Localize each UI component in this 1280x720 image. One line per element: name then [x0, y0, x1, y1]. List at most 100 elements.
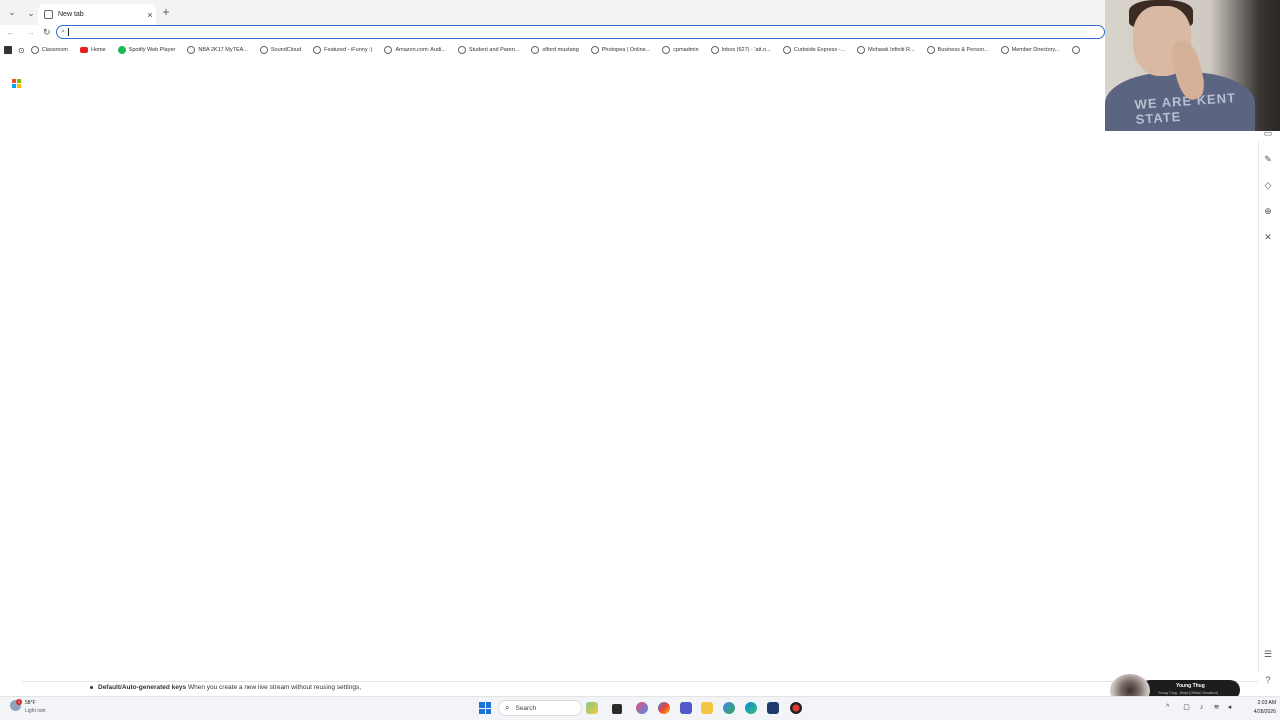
- bookmark-photopea[interactable]: Photopea | Online...: [590, 46, 651, 54]
- globe-icon: [457, 46, 466, 54]
- bookmark-nba2k17[interactable]: NBA 2K17 MyTEA...: [187, 46, 248, 54]
- bullet-icon: [90, 685, 93, 689]
- microphone-icon[interactable]: ♪: [1197, 703, 1206, 712]
- youtube-icon: [80, 47, 88, 53]
- globe-icon: [259, 46, 268, 54]
- tab-search-icon[interactable]: ⌄: [24, 6, 38, 20]
- now-playing-artist: Young Thug: [1176, 683, 1205, 689]
- store-app-icon[interactable]: [767, 702, 779, 714]
- tab-new-tab[interactable]: New tab ×: [38, 4, 156, 25]
- globe-icon: [384, 46, 393, 54]
- globe-icon: [857, 46, 866, 54]
- notice-text: When you create a new live stream withou…: [187, 684, 362, 691]
- back-button[interactable]: ←: [6, 27, 15, 37]
- globe-icon: [710, 46, 719, 54]
- bookmark-mohawk[interactable]: Mohawk Infiniti R...: [857, 46, 915, 54]
- bookmark-home[interactable]: Home: [80, 47, 106, 53]
- help-icon[interactable]: ?: [1262, 674, 1274, 686]
- globe-icon: [187, 46, 196, 54]
- search-icon: ⌕: [505, 703, 510, 712]
- show-hidden-icons-chevron-icon[interactable]: ^: [1166, 704, 1169, 711]
- tag-icon[interactable]: ◇: [1262, 179, 1274, 191]
- volume-icon[interactable]: ◂: [1225, 703, 1234, 712]
- address-bar[interactable]: ⌕: [56, 25, 1105, 39]
- globe-icon: [313, 46, 322, 54]
- task-view-icon[interactable]: [612, 704, 622, 714]
- bookmark-label: Featured - iFunny :): [324, 47, 373, 53]
- bookmark-label: Business & Person...: [937, 47, 989, 53]
- tools-icon[interactable]: ✕: [1262, 231, 1274, 243]
- now-playing-song: Young Thug - Ways [Official Visualizer]: [1158, 691, 1219, 695]
- bookmark-overflow[interactable]: [1071, 46, 1083, 54]
- microsoft-logo-icon[interactable]: [12, 79, 21, 88]
- new-tab-button[interactable]: +: [160, 6, 172, 18]
- globe-icon: [1000, 46, 1009, 54]
- bookmark-label: NBA 2K17 MyTEA...: [198, 47, 248, 53]
- tab-title: New tab: [58, 11, 84, 18]
- bookmark-label: Inbox (627) - 'att.n...: [721, 47, 771, 53]
- bookmark-cpmadmin[interactable]: cpmadmin: [662, 46, 699, 54]
- bookmark-member-directory[interactable]: Member Directory...: [1000, 46, 1060, 54]
- clock-date[interactable]: 4/28/2026: [1236, 709, 1276, 715]
- bookmark-olford-mustang[interactable]: olford mustang: [531, 46, 579, 54]
- games-icon[interactable]: ⊕: [1262, 205, 1274, 217]
- copilot-app-icon[interactable]: [636, 702, 648, 714]
- address-input[interactable]: [68, 27, 469, 37]
- reading-mode-icon[interactable]: ⊙: [18, 46, 25, 55]
- bookmark-ifunny[interactable]: Featured - iFunny :): [313, 46, 372, 54]
- edge-app-icon[interactable]: [745, 702, 757, 714]
- taskbar-search[interactable]: ⌕ Search: [498, 700, 582, 716]
- reload-button[interactable]: ↻: [43, 27, 51, 38]
- spotify-icon: [117, 46, 126, 54]
- chrome-profile-app-icon[interactable]: [723, 702, 735, 714]
- search-icon: ⌕: [61, 28, 65, 35]
- widgets-app-icon[interactable]: [586, 702, 598, 714]
- bookmark-label: Member Directory...: [1011, 47, 1060, 53]
- bookmark-classroom[interactable]: Classroom: [30, 46, 68, 54]
- close-tab-icon[interactable]: ×: [144, 10, 156, 20]
- bookmark-label: olford mustang: [542, 47, 579, 53]
- weather-alert-badge: 1: [16, 699, 22, 705]
- globe-icon: [926, 46, 935, 54]
- bookmark-label: Student and Paren...: [468, 47, 520, 53]
- clock-time[interactable]: 2:03 AM: [1236, 700, 1276, 706]
- weather-temp[interactable]: 58°F: [25, 700, 36, 706]
- content-divider: [22, 681, 1258, 682]
- forward-button[interactable]: →: [26, 27, 35, 37]
- bookmark-curbside[interactable]: Curbside Express -...: [782, 46, 846, 54]
- notice-title: Default/Auto-generated keys: [98, 684, 187, 691]
- tab-actions-chevron-icon[interactable]: ⌄: [4, 4, 20, 20]
- globe-icon: [531, 46, 540, 54]
- bookmark-label: Photopea | Online...: [601, 47, 651, 53]
- bookmark-label: Home: [91, 47, 106, 53]
- search-label: Search: [515, 704, 537, 712]
- tray-app-icon[interactable]: ▢: [1182, 703, 1191, 712]
- bookmark-student-parent[interactable]: Student and Paren...: [457, 46, 520, 54]
- bookmark-label: Amazon.com: Audi...: [395, 47, 446, 53]
- apps-icon[interactable]: [4, 46, 12, 54]
- file-explorer-icon[interactable]: [701, 702, 713, 714]
- weather-desc[interactable]: Light rain: [25, 708, 46, 714]
- start-button[interactable]: [479, 702, 491, 714]
- sidebar-divider: [1258, 142, 1259, 672]
- bookmarks-bar: ⊙ Classroom Home Spotify Web Player NBA …: [0, 43, 1105, 57]
- bookmark-amazon[interactable]: Amazon.com: Audi...: [384, 46, 446, 54]
- webcam-overlay: WE ARE KENT STATE: [1105, 0, 1280, 131]
- customize-sidebar-icon[interactable]: ☰: [1262, 648, 1274, 660]
- bookmark-label: Spotify Web Player: [128, 47, 176, 53]
- globe-icon: [30, 46, 39, 54]
- obs-app-icon[interactable]: [790, 702, 802, 714]
- globe-icon: [782, 46, 791, 54]
- edit-icon[interactable]: ✎: [1262, 153, 1274, 165]
- chrome-app-icon[interactable]: [658, 702, 670, 714]
- bookmark-soundcloud[interactable]: SoundCloud: [259, 46, 301, 54]
- teams-app-icon[interactable]: [680, 702, 692, 714]
- bookmark-business[interactable]: Business & Person...: [926, 46, 989, 54]
- bookmark-inbox[interactable]: Inbox (627) - 'att.n...: [710, 46, 771, 54]
- wifi-icon[interactable]: ≋: [1212, 703, 1221, 712]
- collections-icon[interactable]: ▭: [1262, 127, 1274, 139]
- bookmark-label: cpmadmin: [673, 47, 699, 53]
- stream-key-notice: Default/Auto-generated keys When you cre…: [90, 684, 361, 691]
- bookmark-spotify[interactable]: Spotify Web Player: [117, 46, 176, 54]
- bookmark-label: Curbside Express -...: [793, 47, 846, 53]
